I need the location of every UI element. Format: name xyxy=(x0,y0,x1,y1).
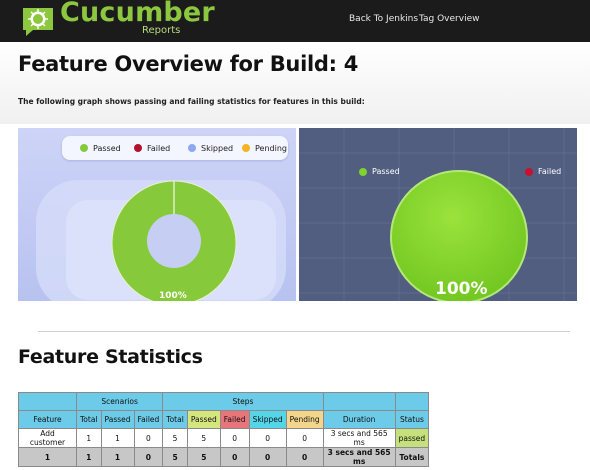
column-header-scenarios-total[interactable]: Total xyxy=(76,410,102,429)
cucumber-logo-icon xyxy=(23,8,53,36)
cell-steps-skipped: 0 xyxy=(248,428,287,448)
pie-percent-label: 100% xyxy=(435,279,488,299)
legend-dot-passed xyxy=(359,167,367,176)
pie-chart-canvas xyxy=(299,128,577,301)
legend-item-passed[interactable]: Passed xyxy=(359,167,400,176)
feature-link-add-customer[interactable]: Add customer xyxy=(18,428,77,448)
total-steps-failed: 0 xyxy=(219,447,250,467)
total-duration: 3 secs and 565 ms xyxy=(322,447,396,467)
legend-item-skipped[interactable]: Skipped xyxy=(188,136,233,160)
legend-label: Passed xyxy=(93,143,121,153)
total-scenarios: 1 xyxy=(76,447,102,467)
legend-item-passed[interactable]: Passed xyxy=(80,136,121,160)
legend-label: Pending xyxy=(255,143,287,153)
cell-steps-pending: 0 xyxy=(285,428,324,448)
legend-dot-failed xyxy=(134,144,142,152)
feature-donut-chart[interactable]: Passed Failed Skipped Pending 100% xyxy=(18,128,296,301)
legend-dot-failed xyxy=(525,167,533,176)
feature-statistics-table: Scenarios Steps Feature Total Passed Fai… xyxy=(18,392,430,467)
column-header-scenarios-passed[interactable]: Passed xyxy=(100,410,135,429)
logo-subtitle: Reports xyxy=(142,25,181,36)
cell-steps-total: 5 xyxy=(162,428,188,448)
cucumber-reports-logo[interactable]: Cucumber Reports xyxy=(18,0,215,40)
logo-wordmark: Cucumber xyxy=(60,0,215,28)
legend-dot-pending xyxy=(242,144,250,152)
title-section: Feature Overview for Build: 4 The follow… xyxy=(0,42,590,124)
total-steps-skipped: 0 xyxy=(248,447,287,467)
donut-hole xyxy=(147,214,201,268)
legend-label: Failed xyxy=(538,167,562,176)
section-divider xyxy=(38,331,570,332)
legend-label: Passed xyxy=(372,167,400,176)
legend-item-failed[interactable]: Failed xyxy=(134,136,170,160)
column-header-steps-passed[interactable]: Passed xyxy=(186,410,221,429)
legend-item-pending[interactable]: Pending xyxy=(242,136,287,160)
table-header-scenarios: Scenarios xyxy=(75,392,164,411)
table-header-blank xyxy=(394,392,430,411)
page-description: The following graph shows passing and fa… xyxy=(18,97,365,106)
total-features: 1 xyxy=(18,447,77,467)
cell-status-badge: passed xyxy=(394,428,430,448)
legend-item-failed[interactable]: Failed xyxy=(525,167,561,176)
legend-label: Skipped xyxy=(201,143,234,153)
total-steps: 5 xyxy=(162,447,188,467)
column-header-status[interactable]: Status xyxy=(394,410,430,429)
nav-link-tag-overview[interactable]: Tag Overview xyxy=(419,14,479,24)
table-column-header-row: Feature Total Passed Failed Total Passed… xyxy=(18,410,430,429)
column-header-steps-total[interactable]: Total xyxy=(162,410,188,429)
cell-scenarios-passed: 1 xyxy=(100,428,135,448)
cell-steps-passed: 5 xyxy=(186,428,221,448)
cell-scenarios-failed: 0 xyxy=(133,428,164,448)
column-header-steps-skipped[interactable]: Skipped xyxy=(248,410,287,429)
feature-pie-chart[interactable]: Passed Failed 100% xyxy=(299,128,577,301)
table-group-header-row: Scenarios Steps xyxy=(18,392,430,411)
total-scenarios-passed: 1 xyxy=(100,447,135,467)
donut-percent-label: 100% xyxy=(159,291,187,301)
column-header-feature[interactable]: Feature xyxy=(18,410,77,429)
legend-dot-passed xyxy=(80,144,88,152)
column-header-steps-failed[interactable]: Failed xyxy=(219,410,250,429)
nav-link-back-to-jenkins[interactable]: Back To Jenkins xyxy=(349,14,418,24)
cell-duration: 3 secs and 565 ms xyxy=(322,428,396,448)
cell-steps-failed: 0 xyxy=(219,428,250,448)
cell-scenarios-total: 1 xyxy=(76,428,102,448)
legend-label: Failed xyxy=(147,143,171,153)
page-title: Feature Overview for Build: 4 xyxy=(18,52,359,76)
total-scenarios-failed: 0 xyxy=(133,447,164,467)
legend-dot-skipped xyxy=(188,144,196,152)
totals-label: Totals xyxy=(394,447,430,467)
table-header-blank xyxy=(18,392,77,411)
table-totals-row: 1 1 1 0 5 5 0 0 0 3 secs and 565 ms Tota… xyxy=(18,447,430,467)
table-header-steps: Steps xyxy=(162,392,324,411)
column-header-duration[interactable]: Duration xyxy=(322,410,396,429)
top-navigation-bar: Cucumber Reports Back To Jenkins Tag Ove… xyxy=(0,0,590,42)
chart-legend: Passed Failed Skipped Pending xyxy=(62,136,288,160)
column-header-scenarios-failed[interactable]: Failed xyxy=(133,410,164,429)
total-steps-pending: 0 xyxy=(285,447,324,467)
table-header-blank xyxy=(322,392,396,411)
total-steps-passed: 5 xyxy=(186,447,221,467)
table-row: Add customer 1 1 0 5 5 0 0 0 3 secs and … xyxy=(18,428,430,448)
feature-statistics-title: Feature Statistics xyxy=(18,346,203,368)
column-header-steps-pending[interactable]: Pending xyxy=(285,410,324,429)
